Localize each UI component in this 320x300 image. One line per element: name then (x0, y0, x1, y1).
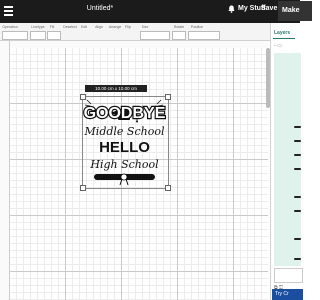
layer-thumbnail-icon[interactable] (294, 126, 301, 128)
layers-list[interactable] (274, 53, 301, 266)
toolbar-linetype-label: Linetype (31, 25, 45, 29)
toolbar-fill-label: Fill (49, 25, 55, 29)
tab-active-indicator (273, 38, 295, 39)
blank-canvas-swatch[interactable] (274, 268, 303, 283)
toolbar-align-label[interactable]: Align (94, 25, 104, 29)
ruler-left (0, 41, 10, 300)
edit-toolbar: Operation Linetype Fill Deselect Edit Al… (0, 23, 270, 41)
layer-thumbnail-icon[interactable] (294, 238, 301, 240)
toolbar-size-label: Size (141, 25, 149, 29)
fill-select[interactable] (47, 31, 61, 40)
toolbar-edit-label[interactable]: Edit (79, 25, 89, 29)
layer-tools-row[interactable]: ▫ ▭ (274, 43, 282, 49)
make-button[interactable]: Make (278, 1, 312, 21)
document-title[interactable]: Untitled* (0, 5, 200, 12)
layer-thumbnail-icon[interactable] (294, 140, 301, 142)
size-fields[interactable] (140, 31, 170, 40)
design-line-high-school: High School (89, 158, 159, 171)
selection-size-label: 10.00 cm x 10.00 cm (85, 85, 147, 92)
layers-panel: Layers ▫ ▭ ⧉ ◫ (270, 23, 303, 300)
title-bar: Untitled* My Stuff Save Make (0, 0, 312, 23)
layer-thumbnail-icon[interactable] (294, 154, 301, 156)
toolbar-operation-label: Operation (2, 25, 18, 29)
try-button[interactable]: Try Cr (272, 289, 303, 300)
design-line-middle-school: Middle School (84, 125, 165, 138)
panel-tabs: Layers (271, 30, 301, 40)
design-artwork[interactable]: GOODBYE Middle School HELLO High School (82, 96, 167, 187)
toolbar-position-label: Position (190, 25, 204, 29)
layer-thumbnail-icon[interactable] (294, 196, 301, 198)
toolbar-arrange-label[interactable]: Arrange (108, 25, 122, 29)
operation-select[interactable] (2, 31, 28, 40)
layer-thumbnail-icon[interactable] (294, 210, 301, 212)
linetype-select[interactable] (30, 31, 46, 40)
tab-layers[interactable]: Layers (274, 30, 290, 36)
toolbar-deselect-label[interactable]: Deselect (62, 25, 78, 29)
toolbar-flip-label[interactable]: Flip (124, 25, 132, 29)
toolbar-rotate-label: Rotate (173, 25, 185, 29)
layer-thumbnail-icon[interactable] (294, 258, 301, 260)
rotate-field[interactable] (172, 31, 186, 40)
save-button[interactable]: Save (261, 5, 277, 12)
design-line-goodbye: GOODBYE (84, 105, 166, 122)
position-fields[interactable] (188, 31, 220, 40)
design-line-hello: HELLO (99, 139, 150, 156)
layer-thumbnail-icon[interactable] (294, 168, 301, 170)
bell-icon[interactable] (228, 5, 235, 13)
